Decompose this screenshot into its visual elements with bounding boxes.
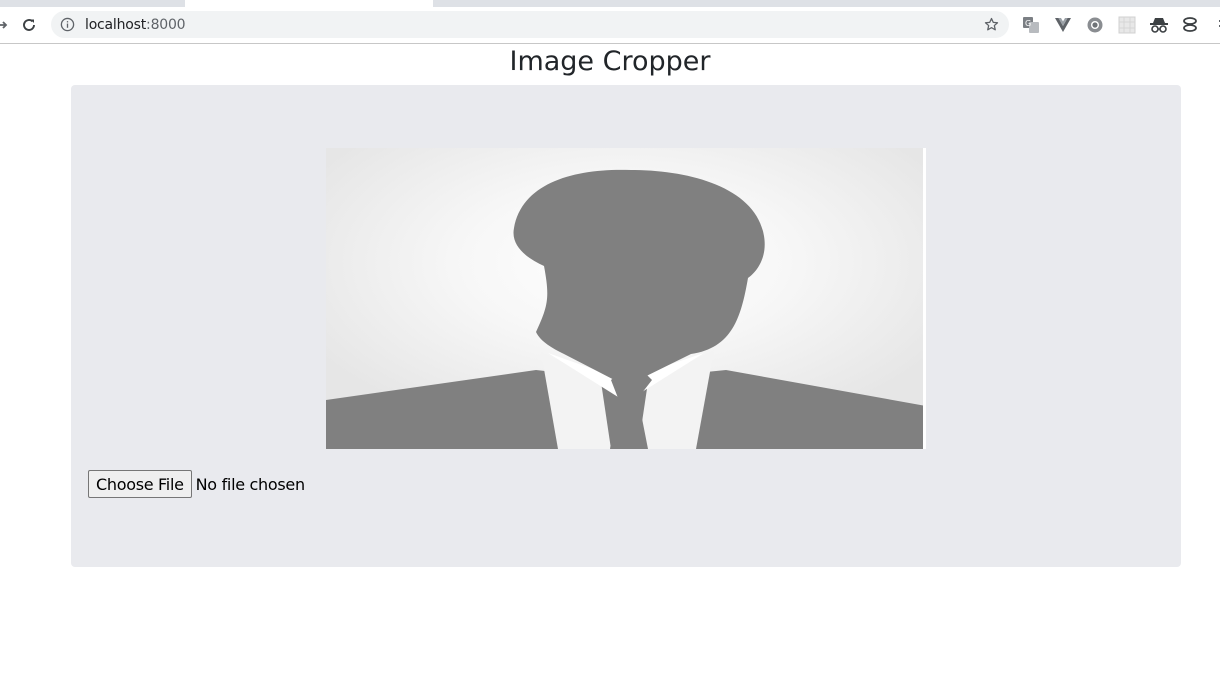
incognito-spy-icon[interactable]	[1149, 15, 1169, 35]
file-input[interactable]: Choose File No file chosen	[88, 470, 305, 498]
vue-devtools-icon[interactable]	[1053, 15, 1073, 35]
cropper-card: Choose File No file chosen	[71, 85, 1181, 567]
url-host: localhost	[85, 17, 147, 33]
file-status-text: No file chosen	[195, 474, 305, 494]
image-preview[interactable]	[326, 148, 926, 449]
reload-icon	[23, 19, 35, 31]
url-text[interactable]: localhost:8000	[85, 17, 186, 33]
bookmark-star-icon[interactable]	[983, 16, 1000, 33]
page-title: Image Cropper	[509, 46, 711, 77]
url-port: :8000	[146, 17, 186, 33]
address-bar[interactable]: localhost:8000	[51, 11, 1009, 38]
browser-toolbar: localhost:8000 G	[0, 7, 1220, 44]
site-info-icon[interactable]	[60, 17, 75, 32]
tab-strip	[0, 0, 1220, 7]
stack-extension-icon[interactable]	[1180, 15, 1200, 35]
avatar-silhouette-icon	[326, 148, 926, 449]
chrome-extension-icon[interactable]	[1085, 15, 1105, 35]
reload-button[interactable]	[17, 13, 41, 37]
profile-partial-icon[interactable]	[1212, 15, 1220, 35]
active-tab[interactable]	[185, 0, 433, 7]
translate-icon[interactable]: G	[1021, 15, 1041, 35]
choose-file-button[interactable]: Choose File	[88, 470, 192, 498]
grid-extension-icon[interactable]	[1117, 15, 1137, 35]
svg-text:G: G	[1025, 19, 1031, 28]
forward-button[interactable]	[0, 13, 14, 37]
forward-arrow-icon	[0, 21, 8, 29]
